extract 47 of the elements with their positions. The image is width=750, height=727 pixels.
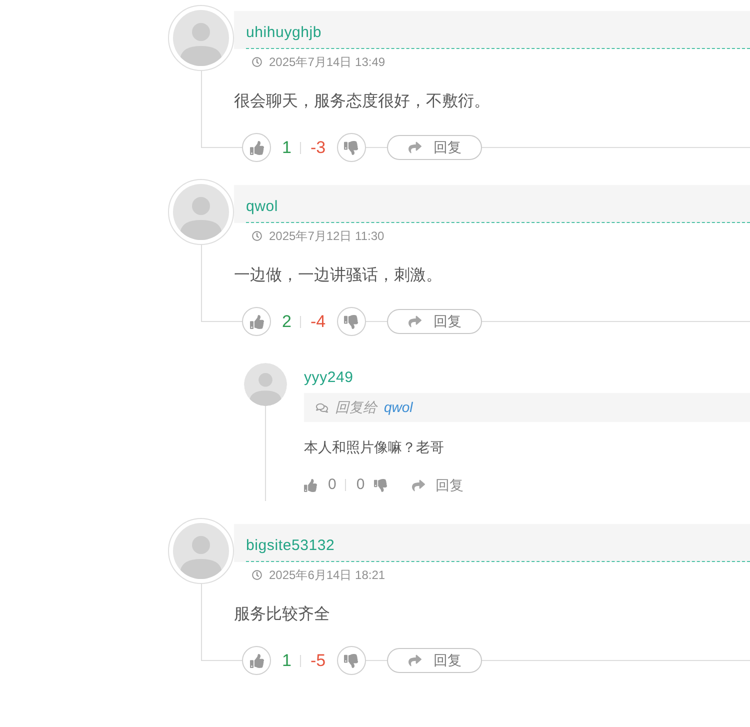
author-name[interactable]: qwol bbox=[246, 197, 750, 217]
thumbs-up-icon bbox=[250, 140, 264, 154]
like-button[interactable] bbox=[242, 646, 271, 675]
like-button[interactable] bbox=[242, 133, 271, 162]
reply-button[interactable]: 回复 bbox=[410, 474, 464, 496]
share-arrow-icon bbox=[406, 654, 423, 667]
dislike-button[interactable] bbox=[336, 307, 366, 336]
thumbs-down-icon bbox=[344, 314, 358, 328]
comment-text: 很会聊天，服务态度很好，不敷衍。 bbox=[234, 92, 491, 112]
clock-icon bbox=[252, 231, 262, 241]
reply-button[interactable]: 回复 bbox=[386, 309, 482, 334]
author-name[interactable]: bigsite53132 bbox=[246, 536, 750, 556]
like-count: 1 bbox=[282, 650, 292, 672]
thumbs-up-icon bbox=[250, 654, 264, 668]
thumbs-up-icon[interactable] bbox=[304, 478, 317, 492]
share-arrow-icon bbox=[406, 315, 423, 328]
clock-icon bbox=[252, 570, 262, 580]
thumbs-up-icon bbox=[250, 314, 264, 328]
dislike-count: -5 bbox=[310, 650, 326, 672]
reply-to-link[interactable]: qwol bbox=[384, 397, 413, 418]
dislike-count: 0 bbox=[356, 475, 365, 495]
chat-bubbles-icon bbox=[316, 402, 328, 414]
share-arrow-icon bbox=[410, 478, 426, 492]
reply-to-label: 回复给 bbox=[335, 398, 377, 417]
comment-date: 2025年7月12日 11:30 bbox=[269, 228, 384, 244]
like-button[interactable] bbox=[242, 307, 271, 336]
like-count: 2 bbox=[282, 310, 292, 332]
comment-text: 服务比较齐全 bbox=[234, 604, 331, 625]
thumbs-down-icon bbox=[344, 654, 358, 668]
reply-text: 本人和照片像嘛？老哥 bbox=[304, 438, 445, 457]
comment-date: 2025年6月14日 18:21 bbox=[269, 567, 386, 583]
like-count: 1 bbox=[282, 136, 292, 158]
dislike-button[interactable] bbox=[336, 646, 366, 675]
share-arrow-icon bbox=[406, 141, 423, 154]
author-name[interactable]: uhihuyghjb bbox=[246, 23, 750, 43]
comment-text: 一边做，一边讲骚话，刺激。 bbox=[234, 266, 443, 286]
clock-icon bbox=[252, 57, 262, 67]
thumbs-down-icon[interactable] bbox=[374, 478, 387, 492]
comment-date: 2025年7月14日 13:49 bbox=[269, 54, 386, 70]
dislike-count: -4 bbox=[310, 310, 326, 332]
dislike-count: -3 bbox=[310, 136, 326, 158]
like-count: 0 bbox=[328, 475, 336, 495]
dislike-button[interactable] bbox=[336, 133, 366, 162]
author-name[interactable]: yyy249 bbox=[304, 368, 354, 388]
thumbs-down-icon bbox=[344, 140, 358, 154]
reply-button[interactable]: 回复 bbox=[386, 648, 482, 673]
reply-button[interactable]: 回复 bbox=[386, 135, 482, 160]
